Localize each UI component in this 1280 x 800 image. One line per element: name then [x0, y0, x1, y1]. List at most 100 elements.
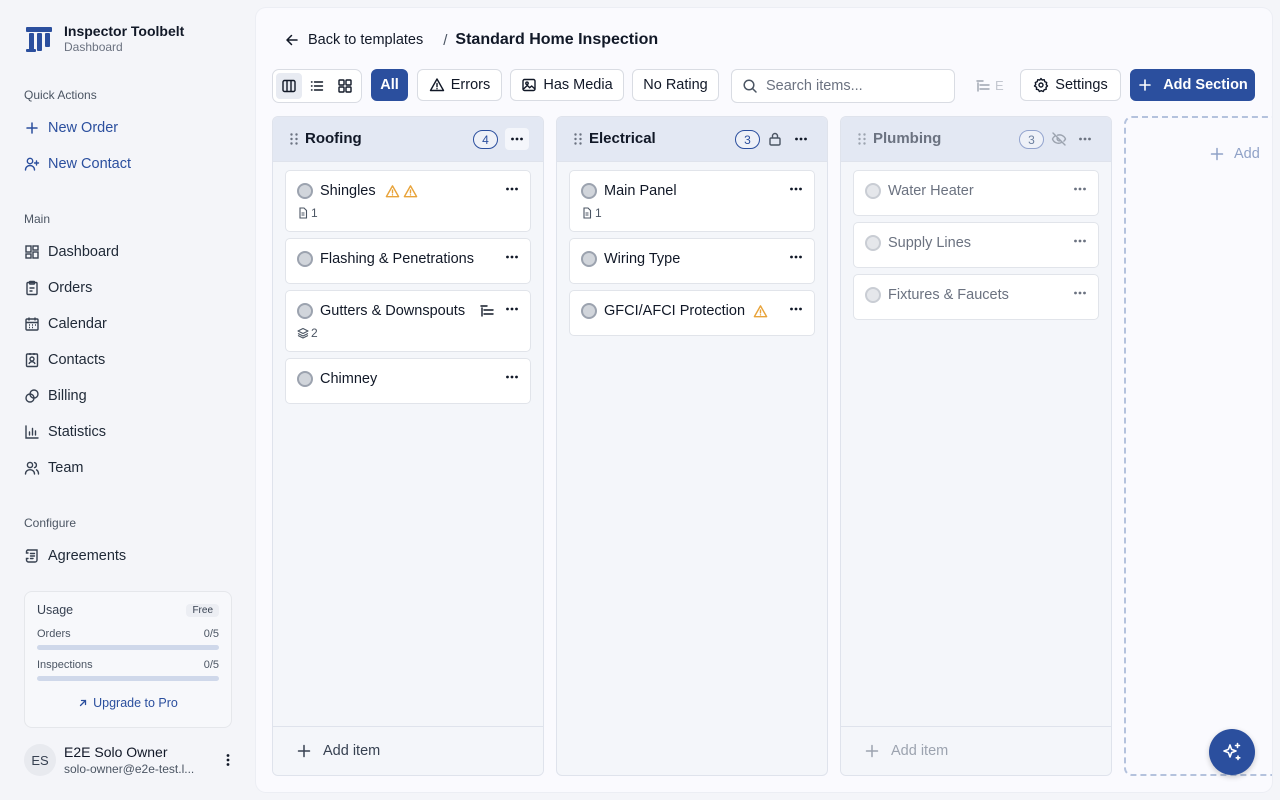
ai-assistant-button[interactable]: [1209, 729, 1255, 775]
item-card-fixtures-faucets[interactable]: Fixtures & Faucets: [853, 274, 1099, 320]
dashboard-icon: [25, 245, 39, 259]
back-to-templates-link[interactable]: Back to templates: [284, 32, 423, 48]
calendar-icon: [25, 317, 39, 331]
more-horizontal-icon[interactable]: [788, 301, 804, 317]
new-order-button[interactable]: New Order: [24, 116, 118, 140]
rating-radio[interactable]: [865, 287, 881, 303]
section-more-button[interactable]: [789, 128, 813, 150]
search-input[interactable]: [766, 78, 946, 94]
clipboard-icon: [26, 280, 38, 296]
add-section-button[interactable]: Add Section: [1130, 69, 1255, 101]
plan-badge: Free: [186, 604, 219, 617]
more-vertical-icon[interactable]: [220, 752, 236, 768]
new-contact-label: New Contact: [48, 156, 132, 172]
sparkles-icon: [1223, 742, 1241, 761]
list-view-button[interactable]: [304, 73, 330, 99]
scroll-icon: [25, 549, 38, 563]
add-item-button[interactable]: Add item: [841, 726, 1111, 775]
sidebar-item-dashboard[interactable]: Dashboard: [24, 240, 119, 264]
more-horizontal-icon[interactable]: [504, 249, 520, 265]
more-horizontal-icon[interactable]: [504, 181, 520, 197]
search-icon: [743, 79, 757, 93]
user-plus-icon: [24, 157, 40, 171]
more-horizontal-icon[interactable]: [504, 301, 520, 317]
add-item-button[interactable]: Add item: [273, 726, 543, 775]
drag-handle-icon[interactable]: [855, 132, 869, 146]
lock-icon[interactable]: [767, 131, 783, 147]
item-card-main-panel[interactable]: Main Panel 1: [569, 170, 815, 232]
quick-actions-label: Quick Actions: [24, 88, 97, 102]
outline-icon[interactable]: [975, 78, 991, 94]
add-column-placeholder[interactable]: Add: [1124, 116, 1272, 776]
new-order-label: New Order: [48, 120, 119, 136]
item-card-gfci-afci[interactable]: GFCI/AFCI Protection: [569, 290, 815, 336]
sidebar-item-contacts[interactable]: Contacts: [24, 348, 105, 372]
rating-radio[interactable]: [297, 371, 313, 387]
item-card-gutters[interactable]: Gutters & Downspouts 2: [285, 290, 531, 352]
filter-all-button[interactable]: All: [371, 69, 408, 101]
section-more-button[interactable]: [505, 128, 529, 150]
sidebar-item-statistics[interactable]: Statistics: [24, 420, 106, 444]
filter-has-media-label: Has Media: [543, 77, 613, 93]
sidebar-item-orders[interactable]: Orders: [24, 276, 92, 300]
search-box: [731, 69, 955, 103]
app-subtitle: Dashboard: [64, 40, 123, 54]
upgrade-to-pro-link[interactable]: Upgrade to Pro: [25, 696, 231, 710]
board-view-button[interactable]: [276, 73, 302, 99]
more-horizontal-icon[interactable]: [1072, 181, 1088, 197]
item-card-supply-lines[interactable]: Supply Lines: [853, 222, 1099, 268]
main-label: Main: [24, 212, 51, 226]
item-card-water-heater[interactable]: Water Heater: [853, 170, 1099, 216]
sidebar-item-label: Contacts: [48, 352, 106, 368]
item-card-wiring-type[interactable]: Wiring Type: [569, 238, 815, 284]
filter-errors-button[interactable]: Errors: [417, 69, 502, 101]
section-more-button[interactable]: [1073, 128, 1097, 150]
filter-no-rating-button[interactable]: No Rating: [632, 69, 719, 101]
inspections-usage-bar: [37, 676, 219, 681]
new-contact-button[interactable]: New Contact: [24, 152, 131, 176]
rating-radio[interactable]: [581, 183, 597, 199]
rating-radio[interactable]: [581, 251, 597, 267]
rating-radio[interactable]: [865, 183, 881, 199]
rating-radio[interactable]: [297, 303, 313, 319]
arrow-left-icon: [286, 34, 298, 46]
more-horizontal-icon: [795, 137, 807, 141]
item-meta: 1: [581, 206, 602, 220]
more-horizontal-icon[interactable]: [788, 249, 804, 265]
sidebar-item-calendar[interactable]: Calendar: [24, 312, 107, 336]
team-icon: [24, 461, 40, 475]
eye-off-icon[interactable]: [1051, 131, 1067, 147]
filter-has-media-button[interactable]: Has Media: [510, 69, 624, 101]
more-horizontal-icon[interactable]: [1072, 285, 1088, 301]
item-meta: 2: [297, 326, 318, 340]
user-menu[interactable]: ES E2E Solo Owner solo-owner@e2e-test.l.…: [24, 744, 240, 778]
grid-view-button[interactable]: [332, 73, 358, 99]
rating-radio[interactable]: [865, 235, 881, 251]
sidebar-item-agreements[interactable]: Agreements: [24, 544, 126, 568]
rating-radio[interactable]: [581, 303, 597, 319]
section-header: Electrical 3: [557, 117, 827, 162]
rating-radio[interactable]: [297, 251, 313, 267]
drag-handle-icon[interactable]: [571, 132, 585, 146]
sidebar-item-billing[interactable]: Billing: [24, 384, 87, 408]
item-card-shingles[interactable]: Shingles 1: [285, 170, 531, 232]
more-horizontal-icon: [1079, 137, 1091, 141]
item-card-flashing[interactable]: Flashing & Penetrations: [285, 238, 531, 284]
settings-button[interactable]: Settings: [1020, 69, 1121, 101]
drag-handle-icon[interactable]: [287, 132, 301, 146]
warning-icon: [403, 185, 418, 198]
warning-icon: [753, 305, 768, 318]
more-horizontal-icon[interactable]: [504, 369, 520, 385]
brand[interactable]: Inspector Toolbelt Dashboard: [24, 22, 184, 55]
user-name: E2E Solo Owner: [64, 744, 168, 760]
page-title: Standard Home Inspection: [455, 31, 659, 48]
item-card-chimney[interactable]: Chimney: [285, 358, 531, 404]
rating-radio[interactable]: [297, 183, 313, 199]
avatar: ES: [24, 744, 56, 776]
item-label: Supply Lines: [888, 235, 972, 251]
more-horizontal-icon[interactable]: [788, 181, 804, 197]
inspections-usage-label: Inspections: [37, 659, 93, 671]
sidebar-item-team[interactable]: Team: [24, 456, 83, 480]
more-horizontal-icon[interactable]: [1072, 233, 1088, 249]
plus-icon: [297, 744, 311, 758]
